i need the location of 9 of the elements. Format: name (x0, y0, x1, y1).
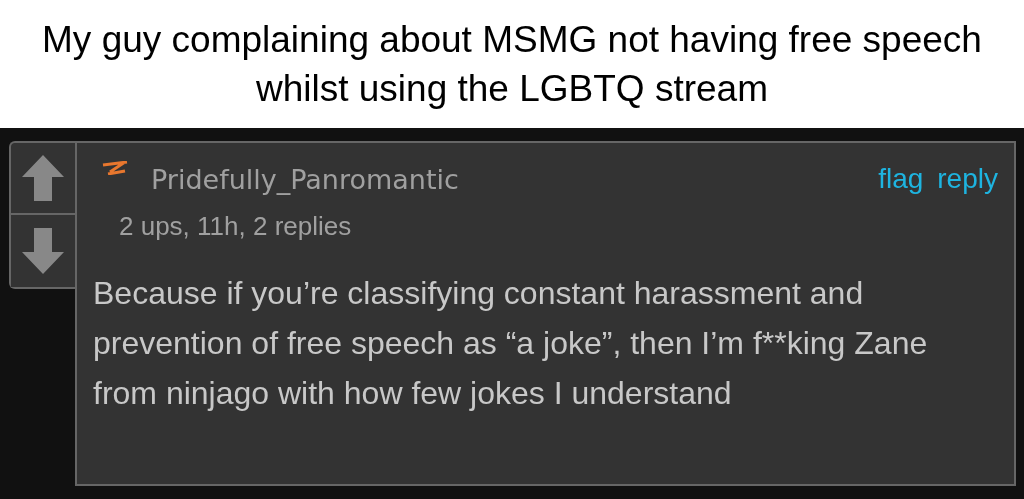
username[interactable]: Pridefully_Panromantic (151, 163, 459, 195)
comment-action-link[interactable]: flag (878, 163, 924, 195)
lightning-icon (101, 161, 129, 175)
up-arrow-icon (20, 153, 66, 203)
down-arrow-icon (20, 226, 66, 276)
comment-action-link[interactable]: reply (937, 163, 998, 195)
comment-text: Because if you’re classifying constant harassment and prevention of free speech as “a joke”, then I’m f**king Zane from ninjago with how few jokes I understand (93, 274, 929, 413)
meme-caption: My guy complaining about MSMG not having free speech whilst using the LGBTQ stream (41, 18, 983, 111)
comment-meta: 2 ups, 11h, 2 replies (119, 211, 353, 242)
